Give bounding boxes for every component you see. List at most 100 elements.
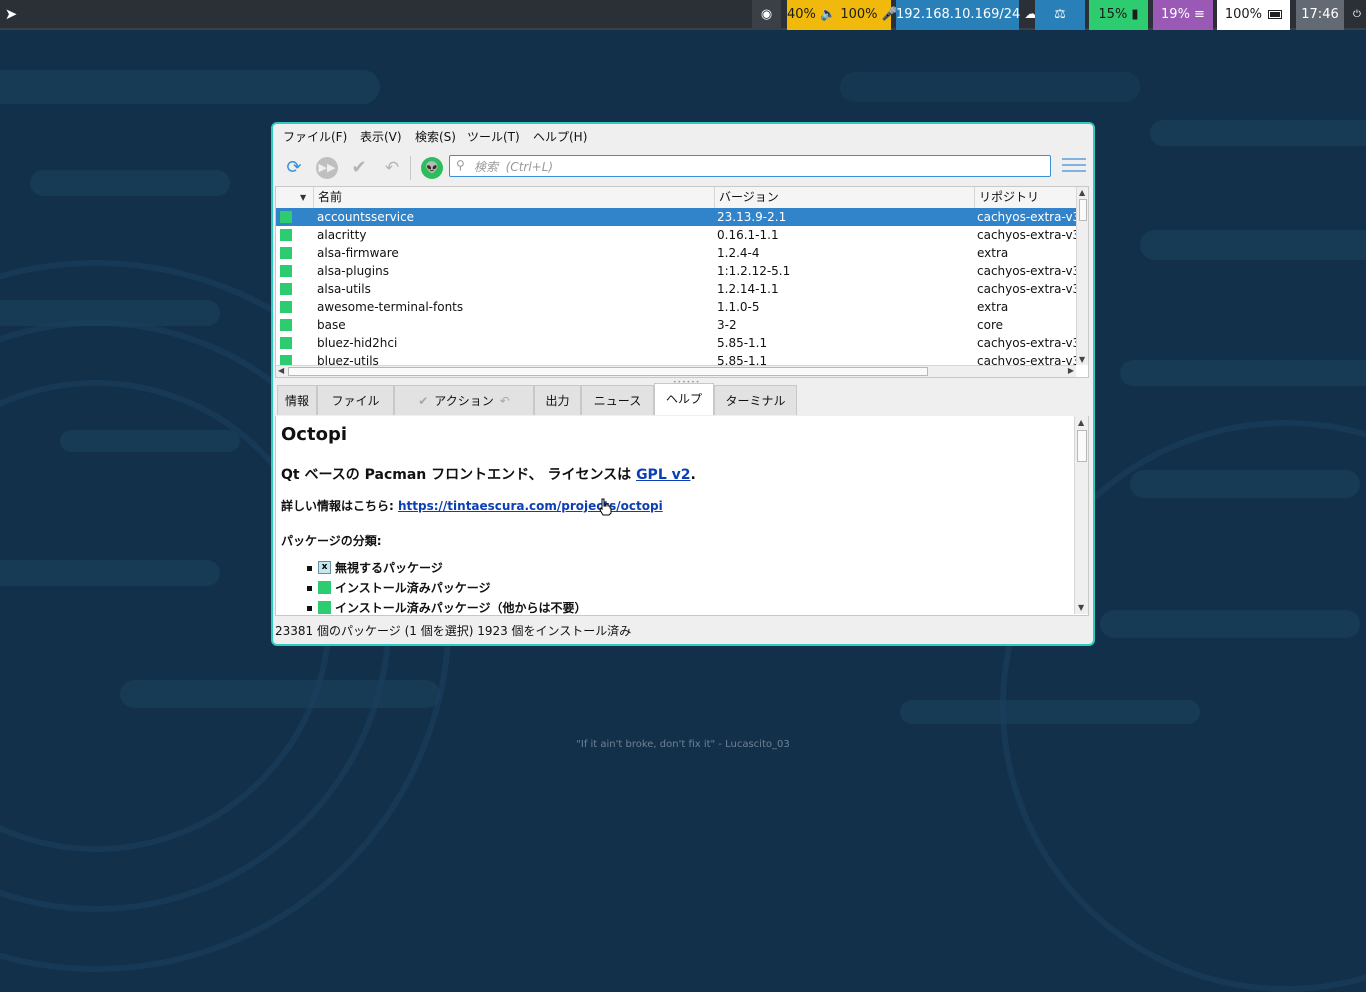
help-vertical-scrollbar[interactable]: ▲ ▼ bbox=[1074, 416, 1088, 614]
tab-files[interactable]: ファイル bbox=[317, 385, 394, 415]
toolbar-separator bbox=[410, 156, 411, 180]
installed-icon bbox=[280, 283, 292, 295]
table-row[interactable]: alacritty 0.16.1-1.1 cachyos-extra-v3 bbox=[276, 226, 1076, 244]
scroll-thumb[interactable] bbox=[288, 367, 928, 376]
table-row[interactable]: accountsservice 23.13.9-2.1 cachyos-extr… bbox=[276, 208, 1076, 226]
audio-module[interactable]: 40% 🔈 100% 🎤 bbox=[787, 0, 898, 30]
table-row[interactable]: alsa-utils 1.2.14-1.1 cachyos-extra-v3 bbox=[276, 280, 1076, 298]
scroll-up-icon[interactable]: ▲ bbox=[1078, 418, 1084, 427]
project-link[interactable]: https://tintaescura.com/projects/octopi bbox=[398, 499, 663, 513]
tab-actions[interactable]: ✔ アクション ↶ bbox=[394, 385, 534, 415]
package-repo: cachyos-extra-v3 bbox=[977, 282, 1076, 296]
tab-help[interactable]: ヘルプ bbox=[654, 383, 714, 415]
status-column-header[interactable]: ▼ bbox=[276, 187, 314, 208]
package-version: 5.85-1.1 bbox=[717, 354, 768, 365]
undo-icon[interactable]: ↶ bbox=[381, 157, 403, 179]
tab-terminal[interactable]: ターミナル bbox=[714, 385, 797, 415]
table-row[interactable]: base 3-2 core bbox=[276, 316, 1076, 334]
table-row[interactable]: alsa-plugins 1:1.2.12-5.1 cachyos-extra-… bbox=[276, 262, 1076, 280]
package-repo: cachyos-extra-v3 bbox=[977, 228, 1076, 242]
scale-icon[interactable]: ⚖ bbox=[1035, 0, 1085, 30]
battery-module[interactable]: 100% bbox=[1217, 0, 1290, 30]
package-version: 1.2.14-1.1 bbox=[717, 282, 779, 296]
alien-icon[interactable]: 👽 bbox=[421, 157, 443, 179]
package-name: alsa-utils bbox=[317, 282, 371, 296]
table-row[interactable]: bluez-utils 5.85-1.1 cachyos-extra-v3 bbox=[276, 352, 1076, 365]
sync-icon[interactable]: ⟳ bbox=[283, 157, 305, 179]
package-repo: extra bbox=[977, 246, 1009, 260]
menu-search[interactable]: 検索(S) bbox=[415, 128, 456, 145]
help-classification-heading: パッケージの分類: bbox=[281, 534, 382, 548]
table-row[interactable]: awesome-terminal-fonts 1.1.0-5 extra bbox=[276, 298, 1076, 316]
package-name: awesome-terminal-fonts bbox=[317, 300, 464, 314]
menu-help[interactable]: ヘルプ(H) bbox=[533, 128, 587, 145]
package-version: 5.85-1.1 bbox=[717, 336, 768, 350]
list-item: インストール済みパッケージ bbox=[307, 578, 587, 598]
battery-label: 100% bbox=[1224, 7, 1263, 22]
installed-icon bbox=[280, 247, 292, 259]
package-name: alsa-plugins bbox=[317, 264, 389, 278]
scroll-down-icon[interactable]: ▼ bbox=[1078, 603, 1084, 612]
search-field[interactable]: ⚲ bbox=[449, 155, 1051, 177]
repository-column-header[interactable]: リポジトリ bbox=[975, 187, 1076, 208]
tab-info[interactable]: 情報 bbox=[277, 385, 317, 415]
package-repo: core bbox=[977, 318, 1003, 332]
power-icon[interactable]: ⏻ bbox=[1350, 0, 1364, 30]
license-link[interactable]: GPL v2 bbox=[636, 467, 690, 483]
eye-slash-icon[interactable]: ◉ bbox=[752, 0, 781, 30]
tab-bar: 情報 ファイル ✔ アクション ↶ 出力 ニュース ヘルプ ターミナル bbox=[275, 383, 1089, 417]
menu-tools[interactable]: ツール(T) bbox=[467, 128, 520, 145]
paper-plane-icon[interactable]: ➤ bbox=[2, 5, 20, 23]
network-module[interactable]: 192.168.10.169/24 ☁ bbox=[896, 0, 1037, 30]
table-row[interactable]: bluez-hid2hci 5.85-1.1 cachyos-extra-v3 bbox=[276, 334, 1076, 352]
installed-icon bbox=[280, 265, 292, 277]
status-bar: 23381 個のパッケージ (1 個を選択) 1923 個をインストール済み bbox=[275, 624, 632, 638]
list-item-label: 無視するパッケージ bbox=[335, 561, 443, 575]
battery-icon bbox=[1268, 10, 1283, 19]
help-description-end: . bbox=[690, 467, 696, 483]
package-name: base bbox=[317, 318, 346, 332]
commit-check-icon[interactable]: ✔ bbox=[348, 157, 370, 179]
scroll-thumb[interactable] bbox=[1079, 199, 1087, 221]
toolbar: ⟳ ▶▶ ✔ ↶ 👽 ⚲ bbox=[273, 150, 1093, 184]
tab-news[interactable]: ニュース bbox=[581, 385, 654, 415]
installed-icon bbox=[280, 319, 292, 331]
fast-forward-icon[interactable]: ▶▶ bbox=[316, 157, 338, 179]
scroll-up-icon[interactable]: ▲ bbox=[1079, 188, 1085, 197]
cpu-module[interactable]: 15% ▮ bbox=[1089, 0, 1148, 30]
installed-package-icon bbox=[318, 581, 331, 594]
scroll-right-icon[interactable]: ▶ bbox=[1068, 366, 1074, 375]
help-description: Qt ベースの Pacman フロントエンド、 ライセンスは GPL v2. bbox=[281, 464, 696, 484]
package-repo: cachyos-extra-v3 bbox=[977, 354, 1076, 365]
search-icon: ⚲ bbox=[456, 158, 465, 172]
package-name: bluez-utils bbox=[317, 354, 379, 365]
package-repo: cachyos-extra-v3 bbox=[977, 336, 1076, 350]
list-item: x 無視するパッケージ bbox=[307, 558, 587, 578]
version-column-header[interactable]: バージョン bbox=[715, 187, 975, 208]
table-row[interactable]: alsa-firmware 1.2.4-4 extra bbox=[276, 244, 1076, 262]
memory-module[interactable]: 19% ≡ bbox=[1153, 0, 1213, 30]
table-horizontal-scrollbar[interactable]: ◀ ▶ bbox=[276, 365, 1076, 377]
tab-actions-label: アクション bbox=[434, 394, 494, 408]
table-header: ▼ 名前 バージョン リポジトリ bbox=[276, 187, 1076, 209]
package-version: 1:1.2.12-5.1 bbox=[717, 264, 791, 278]
package-repo: cachyos-extra-v3 bbox=[977, 264, 1076, 278]
installed-icon bbox=[280, 211, 292, 223]
table-body: accountsservice 23.13.9-2.1 cachyos-extr… bbox=[276, 208, 1076, 365]
menu-view[interactable]: 表示(V) bbox=[360, 128, 402, 145]
search-input[interactable] bbox=[472, 157, 1046, 177]
clock[interactable]: 17:46 bbox=[1296, 0, 1344, 30]
package-repo: extra bbox=[977, 300, 1009, 314]
tab-output[interactable]: 出力 bbox=[534, 385, 581, 415]
scroll-down-icon[interactable]: ▼ bbox=[1079, 355, 1085, 364]
package-version: 23.13.9-2.1 bbox=[717, 210, 787, 224]
scroll-thumb[interactable] bbox=[1077, 430, 1087, 462]
name-column-header[interactable]: 名前 bbox=[314, 187, 715, 208]
hamburger-menu-icon[interactable] bbox=[1062, 158, 1086, 176]
undo-icon: ↶ bbox=[499, 394, 510, 408]
scroll-left-icon[interactable]: ◀ bbox=[278, 366, 284, 375]
installed-icon bbox=[280, 229, 292, 241]
package-version: 0.16.1-1.1 bbox=[717, 228, 779, 242]
table-vertical-scrollbar[interactable]: ▲ ▼ bbox=[1076, 187, 1088, 365]
menu-file[interactable]: ファイル(F) bbox=[283, 128, 347, 145]
